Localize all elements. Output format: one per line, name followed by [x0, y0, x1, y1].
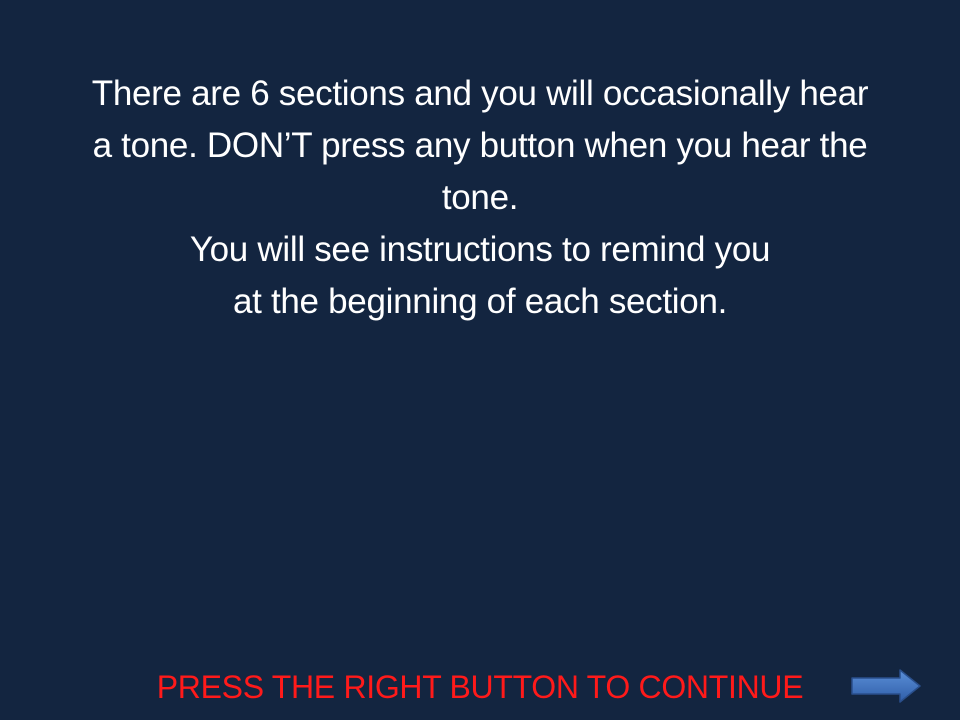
instruction-line-3: tone.: [441, 178, 519, 217]
instruction-line-5: at the beginning of each section.: [232, 282, 728, 321]
instruction-text: There are 6 sections and you will occasi…: [20, 68, 940, 328]
instruction-line-4: You will see instructions to remind you: [189, 230, 771, 269]
instruction-line-1: There are 6 sections and you will occasi…: [91, 74, 869, 113]
instruction-slide: There are 6 sections and you will occasi…: [0, 0, 960, 720]
continue-label: PRESS THE RIGHT BUTTON TO CONTINUE: [156, 669, 804, 705]
continue-prompt: PRESS THE RIGHT BUTTON TO CONTINUE: [0, 664, 960, 712]
right-arrow-icon[interactable]: [850, 668, 922, 704]
instruction-line-2: a tone. DON’T press any button when you …: [92, 126, 868, 165]
